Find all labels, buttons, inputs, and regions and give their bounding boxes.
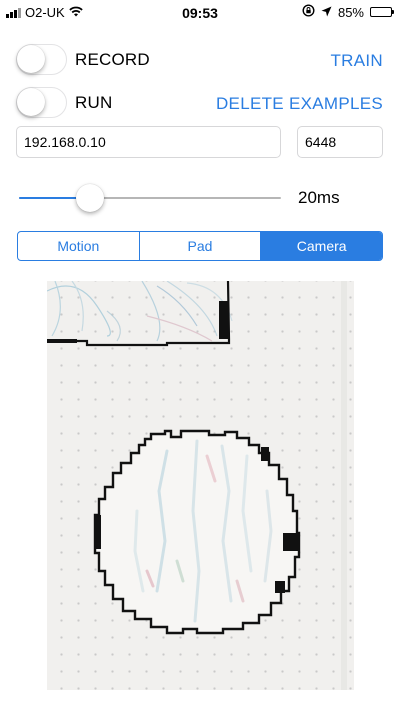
location-arrow-icon [321,5,332,20]
battery-icon [370,7,394,17]
run-label: RUN [75,92,113,112]
delete-examples-button[interactable]: DELETE EXAMPLES [216,94,383,114]
camera-preview [47,281,354,690]
slider-value-label: 20ms [298,188,340,207]
record-toggle-knob [17,45,45,73]
record-row: RECORD [16,44,150,75]
status-right: 85% [302,4,394,20]
battery-percent: 85% [337,4,364,20]
port-field[interactable] [297,126,383,158]
record-toggle[interactable] [16,44,67,75]
status-left: O2-UK [6,5,83,20]
run-toggle-knob [17,88,45,116]
interval-slider[interactable] [19,184,281,212]
carrier-label: O2-UK [25,5,65,20]
signal-icon [6,7,21,18]
camera-drawing-image [47,281,347,690]
train-button[interactable]: TRAIN [331,51,384,71]
record-label: RECORD [75,49,150,69]
run-row: RUN [16,87,112,118]
slider-thumb[interactable] [75,184,104,212]
rotation-lock-icon [302,4,315,20]
tab-pad[interactable]: Pad [140,232,262,260]
tab-motion[interactable]: Motion [18,232,140,260]
run-toggle[interactable] [16,87,67,118]
tab-camera[interactable]: Camera [261,232,382,260]
wifi-icon [69,5,83,20]
ip-address-field[interactable] [16,126,281,158]
status-bar: O2-UK 09:53 85% [0,0,400,24]
input-mode-segmented-control: Motion Pad Camera [17,231,383,261]
